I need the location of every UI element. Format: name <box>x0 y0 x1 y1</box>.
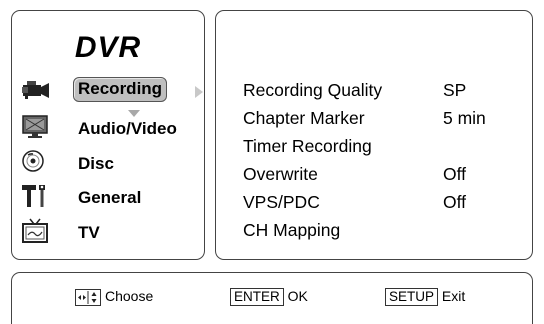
main-menu-panel: DVR Recording Audio/Video Disc General T… <box>11 10 205 260</box>
menu-item-disc[interactable]: Disc <box>20 149 200 179</box>
menu-item-tv[interactable]: TV <box>20 218 200 248</box>
enter-label: OK <box>287 288 308 304</box>
setup-hint: SETUP Exit <box>385 288 466 307</box>
settings-row-recording-quality[interactable]: Recording Quality SP <box>243 80 533 102</box>
setting-value: SP <box>443 80 467 100</box>
settings-row-timer-recording[interactable]: Timer Recording <box>243 136 533 158</box>
settings-row-chapter-marker[interactable]: Chapter Marker 5 min <box>243 108 533 130</box>
tv-icon <box>20 218 48 244</box>
settings-row-vps-pdc[interactable]: VPS/PDC Off <box>243 192 533 214</box>
enter-hint: ENTER OK <box>230 288 308 307</box>
arrow-right-icon <box>195 86 203 98</box>
setup-label: Exit <box>441 288 466 304</box>
camcorder-icon <box>20 77 49 103</box>
menu-item-audio-video[interactable]: Audio/Video <box>20 114 200 144</box>
tools-icon <box>20 183 46 209</box>
arrow-keys-icon <box>75 288 101 306</box>
setting-label: Overwrite <box>243 164 318 184</box>
menu-item-general[interactable]: General <box>20 183 200 213</box>
setting-label: Recording Quality <box>243 80 383 100</box>
menu-label-audio-video: Audio/Video <box>78 119 177 138</box>
monitor-icon <box>20 114 48 140</box>
choose-label: Choose <box>105 288 154 304</box>
menu-title: DVR <box>74 31 142 64</box>
menu-item-recording[interactable]: Recording <box>20 77 203 117</box>
setting-label: CH Mapping <box>243 220 341 240</box>
hint-bar: Choose ENTER OK SETUP Exit <box>11 272 533 324</box>
settings-row-overwrite[interactable]: Overwrite Off <box>243 164 533 186</box>
enter-key: ENTER <box>230 288 284 307</box>
menu-label-tv: TV <box>78 223 100 242</box>
setting-label: Timer Recording <box>243 136 372 156</box>
menu-label-disc: Disc <box>78 154 114 173</box>
menu-label-recording: Recording <box>73 77 168 102</box>
setting-label: VPS/PDC <box>243 192 320 212</box>
settings-panel: Recording Quality SP Chapter Marker 5 mi… <box>215 10 533 260</box>
setting-value: Off <box>443 192 467 212</box>
setup-key: SETUP <box>385 288 439 307</box>
choose-hint: Choose <box>75 288 153 306</box>
settings-row-ch-mapping[interactable]: CH Mapping <box>243 220 533 242</box>
disc-icon <box>20 149 46 175</box>
setting-label: Chapter Marker <box>243 108 365 128</box>
menu-label-general: General <box>78 188 142 207</box>
setting-value: Off <box>443 164 467 184</box>
setting-value: 5 min <box>443 108 486 128</box>
